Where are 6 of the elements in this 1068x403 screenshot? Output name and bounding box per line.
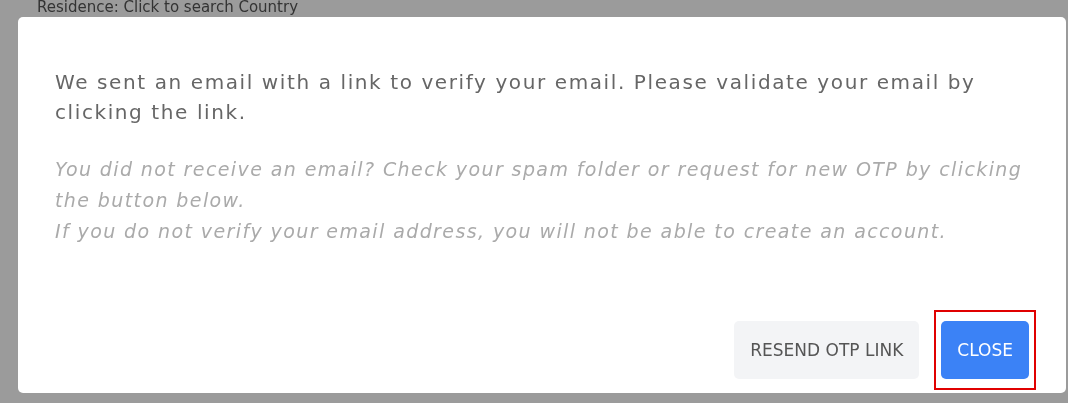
note-text: If you do not verify your email address, you will not be able to create an account. [55,219,949,244]
close-button[interactable]: CLOSE [941,321,1029,379]
background-label: Residence: Click to search Country [37,0,299,16]
message-text: We sent an email with a link to verify your email. Please validate your email by clicking the link. [55,69,977,126]
note-text: You did not receive an email? Check your spam folder or request for new OTP by clicking the button below. [55,157,1024,213]
resend-button[interactable]: RESEND OTP LINK [734,321,920,379]
